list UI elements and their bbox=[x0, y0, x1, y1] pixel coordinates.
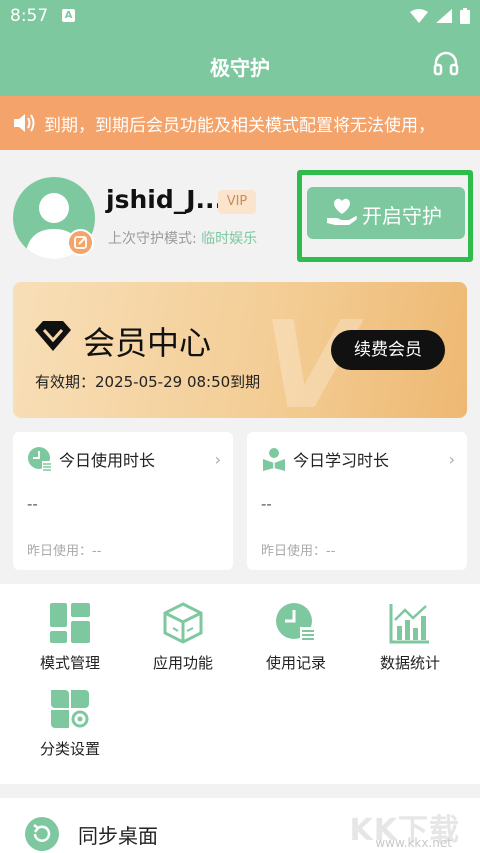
today-study-title: 今日学习时长 bbox=[293, 451, 390, 470]
today-usage-card[interactable]: 今日使用时长 › -- 昨日使用：-- bbox=[13, 432, 233, 570]
edit-avatar-button[interactable] bbox=[67, 229, 94, 256]
today-study-value: -- bbox=[261, 495, 272, 513]
wifi-icon bbox=[410, 9, 428, 23]
grid-item-label: 模式管理 bbox=[39, 654, 100, 672]
sync-icon bbox=[25, 817, 59, 851]
today-usage-title: 今日使用时长 bbox=[59, 451, 156, 470]
username: jshid_J... bbox=[106, 185, 225, 214]
status-bar: 8:57 A bbox=[0, 0, 480, 34]
member-center-card[interactable]: V 会员中心 有效期：2025-05-29 08:50到期 续费会员 bbox=[13, 282, 467, 418]
yesterday-study: 昨日使用：-- bbox=[261, 544, 336, 559]
grid-item-label: 应用功能 bbox=[152, 654, 213, 672]
grid-item-label: 使用记录 bbox=[265, 654, 326, 672]
clock-list-icon bbox=[28, 447, 52, 471]
start-protect-button[interactable]: 开启守护 bbox=[307, 187, 465, 239]
start-protect-label: 开启守护 bbox=[362, 204, 442, 228]
last-mode-value: 临时娱乐 bbox=[201, 231, 258, 247]
last-mode: 上次守护模式: 临时娱乐 bbox=[108, 228, 257, 248]
today-study-card[interactable]: 今日学习时长 › -- 昨日使用：-- bbox=[247, 432, 467, 570]
grid-item-mode-management[interactable]: 模式管理 bbox=[15, 602, 125, 673]
speaker-icon bbox=[14, 114, 35, 132]
sync-desktop-label: 同步桌面 bbox=[78, 824, 158, 848]
last-mode-label: 上次守护模式: bbox=[108, 231, 202, 247]
notification-icon: A bbox=[62, 9, 75, 22]
category-settings-icon bbox=[51, 690, 89, 728]
chevron-right-icon: › bbox=[448, 450, 455, 469]
member-center-title: 会员中心 bbox=[83, 324, 212, 362]
vip-badge: VIP bbox=[218, 190, 256, 214]
headset-icon[interactable] bbox=[432, 50, 460, 78]
feature-grid: 模式管理 应用功能 使用记录 数据统计 分类设置 bbox=[0, 584, 480, 784]
today-usage-value: -- bbox=[27, 495, 38, 513]
grid-item-app-functions[interactable]: 应用功能 bbox=[128, 602, 238, 673]
app-title: 极守护 bbox=[210, 56, 270, 80]
notice-text: 到期，到期后会员功能及相关模式配置将无法使用， bbox=[44, 116, 435, 136]
app-bar: 极守护 bbox=[0, 34, 480, 96]
expiry-notice-banner: 到期，到期后会员功能及相关模式配置将无法使用， bbox=[0, 96, 480, 150]
battery-icon bbox=[460, 8, 470, 24]
mode-grid-icon bbox=[50, 603, 90, 643]
grid-item-usage-records[interactable]: 使用记录 bbox=[241, 602, 351, 673]
status-time: 8:57 bbox=[10, 6, 49, 26]
clock-record-icon bbox=[276, 603, 316, 643]
signal-icon bbox=[436, 9, 452, 23]
study-reader-icon bbox=[263, 448, 285, 471]
diamond-icon bbox=[35, 321, 71, 351]
grid-item-data-statistics[interactable]: 数据统计 bbox=[355, 602, 465, 673]
chevron-right-icon: › bbox=[214, 450, 221, 469]
site-watermark-url: www.kkx.net bbox=[375, 836, 452, 850]
membership-validity: 有效期：2025-05-29 08:50到期 bbox=[35, 373, 261, 391]
edit-icon bbox=[74, 236, 87, 249]
app-box-icon bbox=[163, 602, 203, 644]
stats-icon bbox=[389, 604, 429, 644]
grid-item-label: 数据统计 bbox=[379, 654, 440, 672]
yesterday-usage: 昨日使用：-- bbox=[27, 544, 102, 559]
renew-member-button[interactable]: 续费会员 bbox=[331, 330, 445, 370]
grid-item-category-settings[interactable]: 分类设置 bbox=[15, 688, 125, 759]
heart-hand-icon bbox=[327, 198, 357, 225]
grid-item-label: 分类设置 bbox=[39, 740, 100, 758]
